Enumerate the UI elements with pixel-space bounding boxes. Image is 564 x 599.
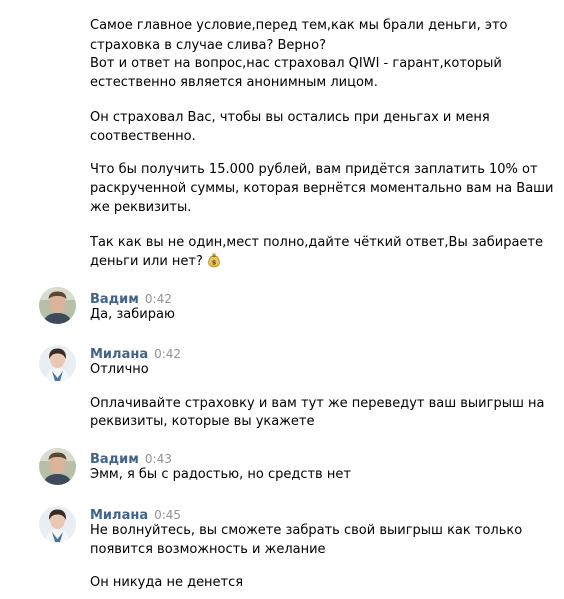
message-text-line: Вот и ответ на вопрос,нас страховал QIWI… (90, 56, 502, 71)
author-name[interactable]: Вадим (90, 452, 139, 467)
message-text-line: Да, забираю (90, 307, 175, 322)
message-time[interactable]: 0:42 (154, 347, 181, 361)
avatar[interactable] (39, 506, 76, 543)
money-bag-icon: $ (206, 252, 222, 274)
message-text-line: появится возможность и желание (90, 542, 326, 557)
message-text-line: Отлично (90, 362, 149, 377)
svg-text:$: $ (212, 259, 217, 267)
message-time[interactable]: 0:42 (145, 292, 172, 306)
message-text-line: Эмм, я бы с радостью, но средств нет (90, 467, 351, 482)
message-text-line: Он никуда не денется (90, 575, 244, 590)
message-text-line: Не волнуйтесь, вы сможете забрать свой в… (90, 523, 523, 538)
message-text-line: страховка в случае слива? Верно? (90, 38, 327, 53)
author-name[interactable]: Милана (90, 347, 148, 362)
message-text-line: раскрученной суммы, которая вернётся мом… (90, 181, 554, 196)
message-text-line: Оплачивайте страховку и вам тут же перев… (90, 396, 545, 411)
avatar[interactable] (39, 345, 76, 382)
message-text-line: реквизиты, которые вы укажете (90, 414, 315, 429)
message-text: деньги или нет? (90, 254, 203, 269)
message-text-line: Он страховал Вас, чтобы вы остались при … (90, 110, 490, 125)
avatar[interactable] (39, 448, 76, 485)
avatar[interactable] (39, 287, 76, 324)
message-text-line: Что бы получить 15.000 рублей, вам придё… (90, 162, 538, 177)
message-text-line: соотвественно. (90, 129, 196, 144)
message-text-line: Самое главное условие,перед тем,как мы б… (90, 18, 508, 33)
message-text-line: Так как вы не один,мест полно,дайте чётк… (90, 235, 543, 250)
message-text-line-with-emoji: деньги или нет? $ (90, 252, 222, 274)
message-time[interactable]: 0:43 (145, 452, 172, 466)
author-name[interactable]: Милана (90, 508, 148, 523)
message-text-line: естественно является анонимным лицом. (90, 75, 378, 90)
message-time[interactable]: 0:45 (154, 508, 181, 522)
message-text-line: же реквизиты. (90, 200, 192, 215)
author-name[interactable]: Вадим (90, 292, 139, 307)
